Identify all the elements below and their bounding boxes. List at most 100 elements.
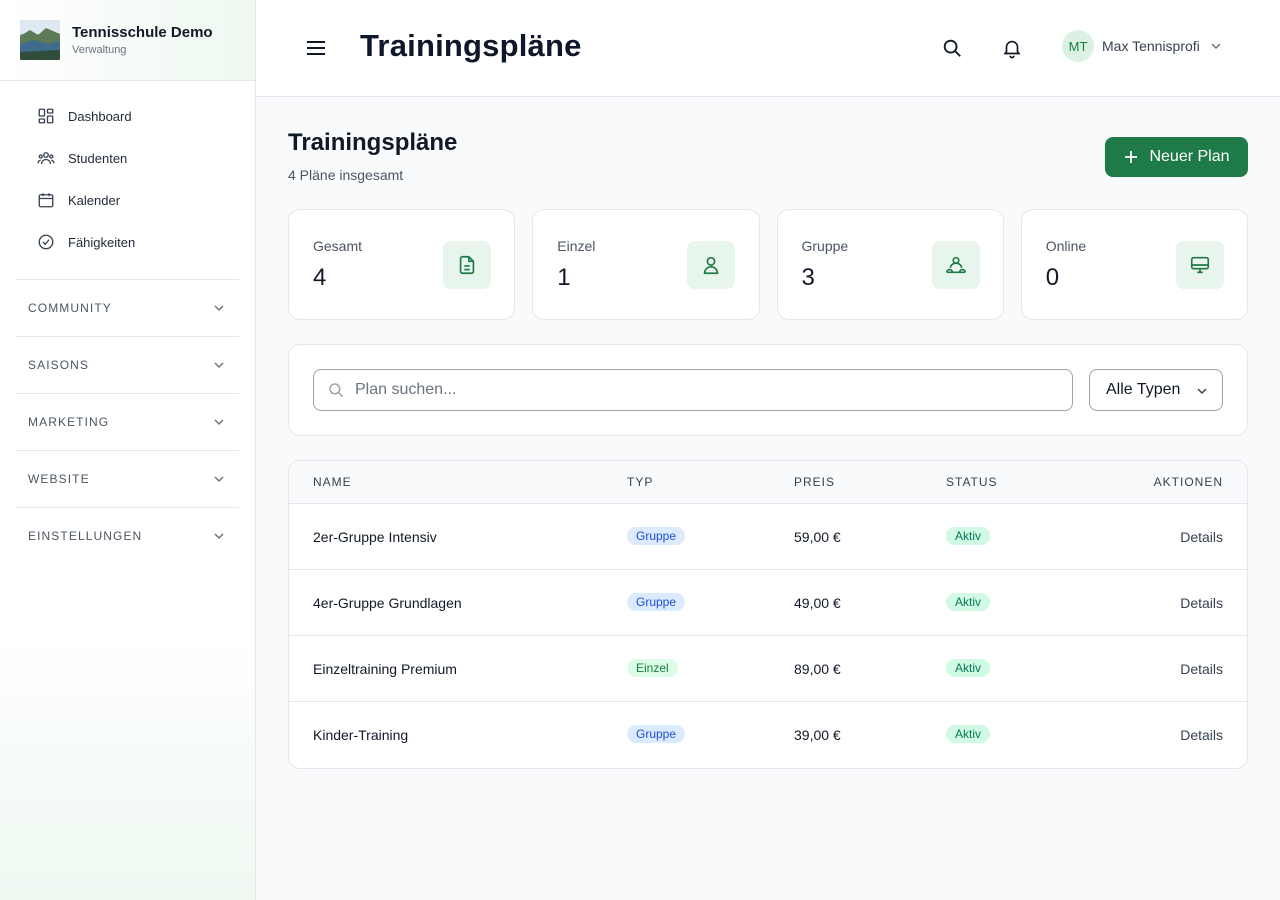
chevron-down-icon (1197, 388, 1207, 395)
plan-name: Kinder-Training (313, 727, 409, 743)
sidebar-item-label: Kalender (68, 192, 121, 208)
check-circle-icon (38, 234, 54, 250)
new-plan-label: Neuer Plan (1149, 148, 1230, 165)
status-cell: Aktiv (946, 725, 991, 745)
sidebar-group-community[interactable]: COMMUNITY (0, 280, 255, 336)
table-header: NAME TYP PREIS STATUS AKTIONEN (289, 461, 1247, 504)
plan-price: 39,00 € (794, 727, 841, 743)
sidebar-group-website[interactable]: WEBSITE (0, 451, 255, 507)
user-menu[interactable]: MT Max Tennisprofi (1062, 30, 1222, 62)
plan-name: Einzeltraining Premium (313, 661, 457, 677)
sidebar-group-einstellungen[interactable]: EINSTELLUNGEN (0, 508, 255, 564)
details-link[interactable]: Details (1180, 727, 1223, 743)
menu-icon[interactable] (306, 38, 326, 58)
stat-label: Gruppe (801, 238, 849, 254)
type-select[interactable]: Alle Typen (1089, 369, 1223, 411)
chevron-down-icon (214, 305, 224, 312)
status-cell: Aktiv (946, 593, 991, 613)
header-title: Trainingspläne (360, 28, 582, 63)
dashboard-icon (38, 108, 54, 124)
monitor-icon (1190, 256, 1209, 274)
sidebar-group-marketing[interactable]: MARKETING (0, 394, 255, 450)
plus-icon (1125, 151, 1138, 163)
stat-label: Online (1045, 238, 1087, 254)
status-cell: Aktiv (946, 659, 991, 679)
avatar: MT (1062, 30, 1094, 62)
status-badge: Aktiv (946, 593, 991, 611)
stat-icon-box (1175, 241, 1224, 289)
type-badge: Einzel (627, 659, 678, 677)
stat-card-online: Online 0 (1020, 209, 1248, 320)
sidebar-nav: Dashboard Studenten Kalender Fähigkeiten… (0, 81, 255, 564)
search-box[interactable] (313, 369, 1073, 411)
type-badge: Gruppe (627, 593, 686, 611)
group-icon (945, 256, 966, 274)
chevron-down-icon (214, 533, 224, 540)
table-row: Kinder-Training Gruppe 39,00 € Aktiv Det… (289, 702, 1247, 768)
status-cell: Aktiv (946, 527, 991, 547)
sidebar-item-label: Fähigkeiten (68, 234, 136, 250)
sidebar-group-saisons[interactable]: SAISONS (0, 337, 255, 393)
sidebar-group-label: EINSTELLUNGEN (28, 529, 143, 543)
sidebar-group-label: MARKETING (28, 415, 110, 429)
type-cell: Gruppe (627, 527, 686, 547)
bell-icon[interactable] (1001, 37, 1023, 59)
document-icon (459, 255, 475, 275)
stat-card-gruppe: Gruppe 3 (776, 209, 1004, 320)
table-row: 2er-Gruppe Intensiv Gruppe 59,00 € Aktiv… (289, 504, 1247, 570)
chevron-down-icon (214, 362, 224, 369)
type-cell: Gruppe (627, 725, 686, 745)
stat-value: 1 (557, 264, 571, 291)
sidebar-item-faehigkeiten[interactable]: Fähigkeiten (0, 221, 255, 263)
search-icon[interactable] (941, 37, 963, 59)
plan-price: 89,00 € (794, 661, 841, 677)
page-title: Trainingspläne (288, 129, 458, 156)
brand-name: Tennisschule Demo (72, 24, 213, 41)
sidebar-item-dashboard[interactable]: Dashboard (0, 95, 255, 137)
stat-value: 3 (801, 264, 815, 291)
sidebar-group-label: COMMUNITY (28, 301, 112, 315)
new-plan-button[interactable]: Neuer Plan (1105, 137, 1248, 177)
chevron-down-icon (214, 476, 224, 483)
plan-name: 4er-Gruppe Grundlagen (313, 595, 462, 611)
brand-logo (20, 20, 60, 60)
column-header-name: NAME (313, 475, 352, 489)
details-link[interactable]: Details (1180, 661, 1223, 677)
column-header-typ: TYP (627, 475, 654, 489)
sidebar-item-kalender[interactable]: Kalender (0, 179, 255, 221)
calendar-icon (38, 193, 54, 208)
stat-value: 0 (1045, 264, 1060, 291)
type-badge: Gruppe (627, 527, 686, 545)
brand[interactable]: Tennisschule Demo Verwaltung (0, 0, 255, 81)
plan-name: 2er-Gruppe Intensiv (313, 529, 437, 545)
plan-price: 59,00 € (794, 529, 841, 545)
type-badge: Gruppe (627, 725, 686, 743)
stat-label: Einzel (557, 238, 596, 254)
top-header: Trainingspläne MT Max Tennisprofi (256, 0, 1280, 97)
column-header-aktionen: AKTIONEN (1153, 475, 1223, 489)
users-icon (37, 152, 55, 165)
search-icon (329, 383, 344, 398)
page-subtitle: 4 Pläne insgesamt (288, 167, 404, 183)
status-badge: Aktiv (946, 659, 991, 677)
stat-icon-box (931, 241, 980, 289)
type-cell: Gruppe (627, 593, 686, 613)
sidebar-group-label: SAISONS (28, 358, 90, 372)
brand-subtitle: Verwaltung (72, 44, 127, 56)
column-header-preis: PREIS (794, 475, 836, 489)
type-cell: Einzel (627, 659, 678, 679)
plan-price: 49,00 € (794, 595, 841, 611)
search-input[interactable] (355, 381, 1035, 399)
sidebar-item-label: Studenten (68, 150, 128, 166)
stat-card-einzel: Einzel 1 (532, 209, 760, 320)
status-badge: Aktiv (946, 527, 991, 545)
sidebar-group-label: WEBSITE (28, 472, 90, 486)
details-link[interactable]: Details (1180, 529, 1223, 545)
type-select-value: Alle Typen (1106, 381, 1181, 398)
details-link[interactable]: Details (1180, 595, 1223, 611)
stat-icon-box (443, 241, 491, 289)
chevron-down-icon (1211, 43, 1221, 50)
status-badge: Aktiv (946, 725, 991, 743)
sidebar-item-studenten[interactable]: Studenten (0, 137, 255, 179)
stats-row: Gesamt 4 Einzel 1 Gruppe 3 Online 0 (288, 209, 1248, 320)
